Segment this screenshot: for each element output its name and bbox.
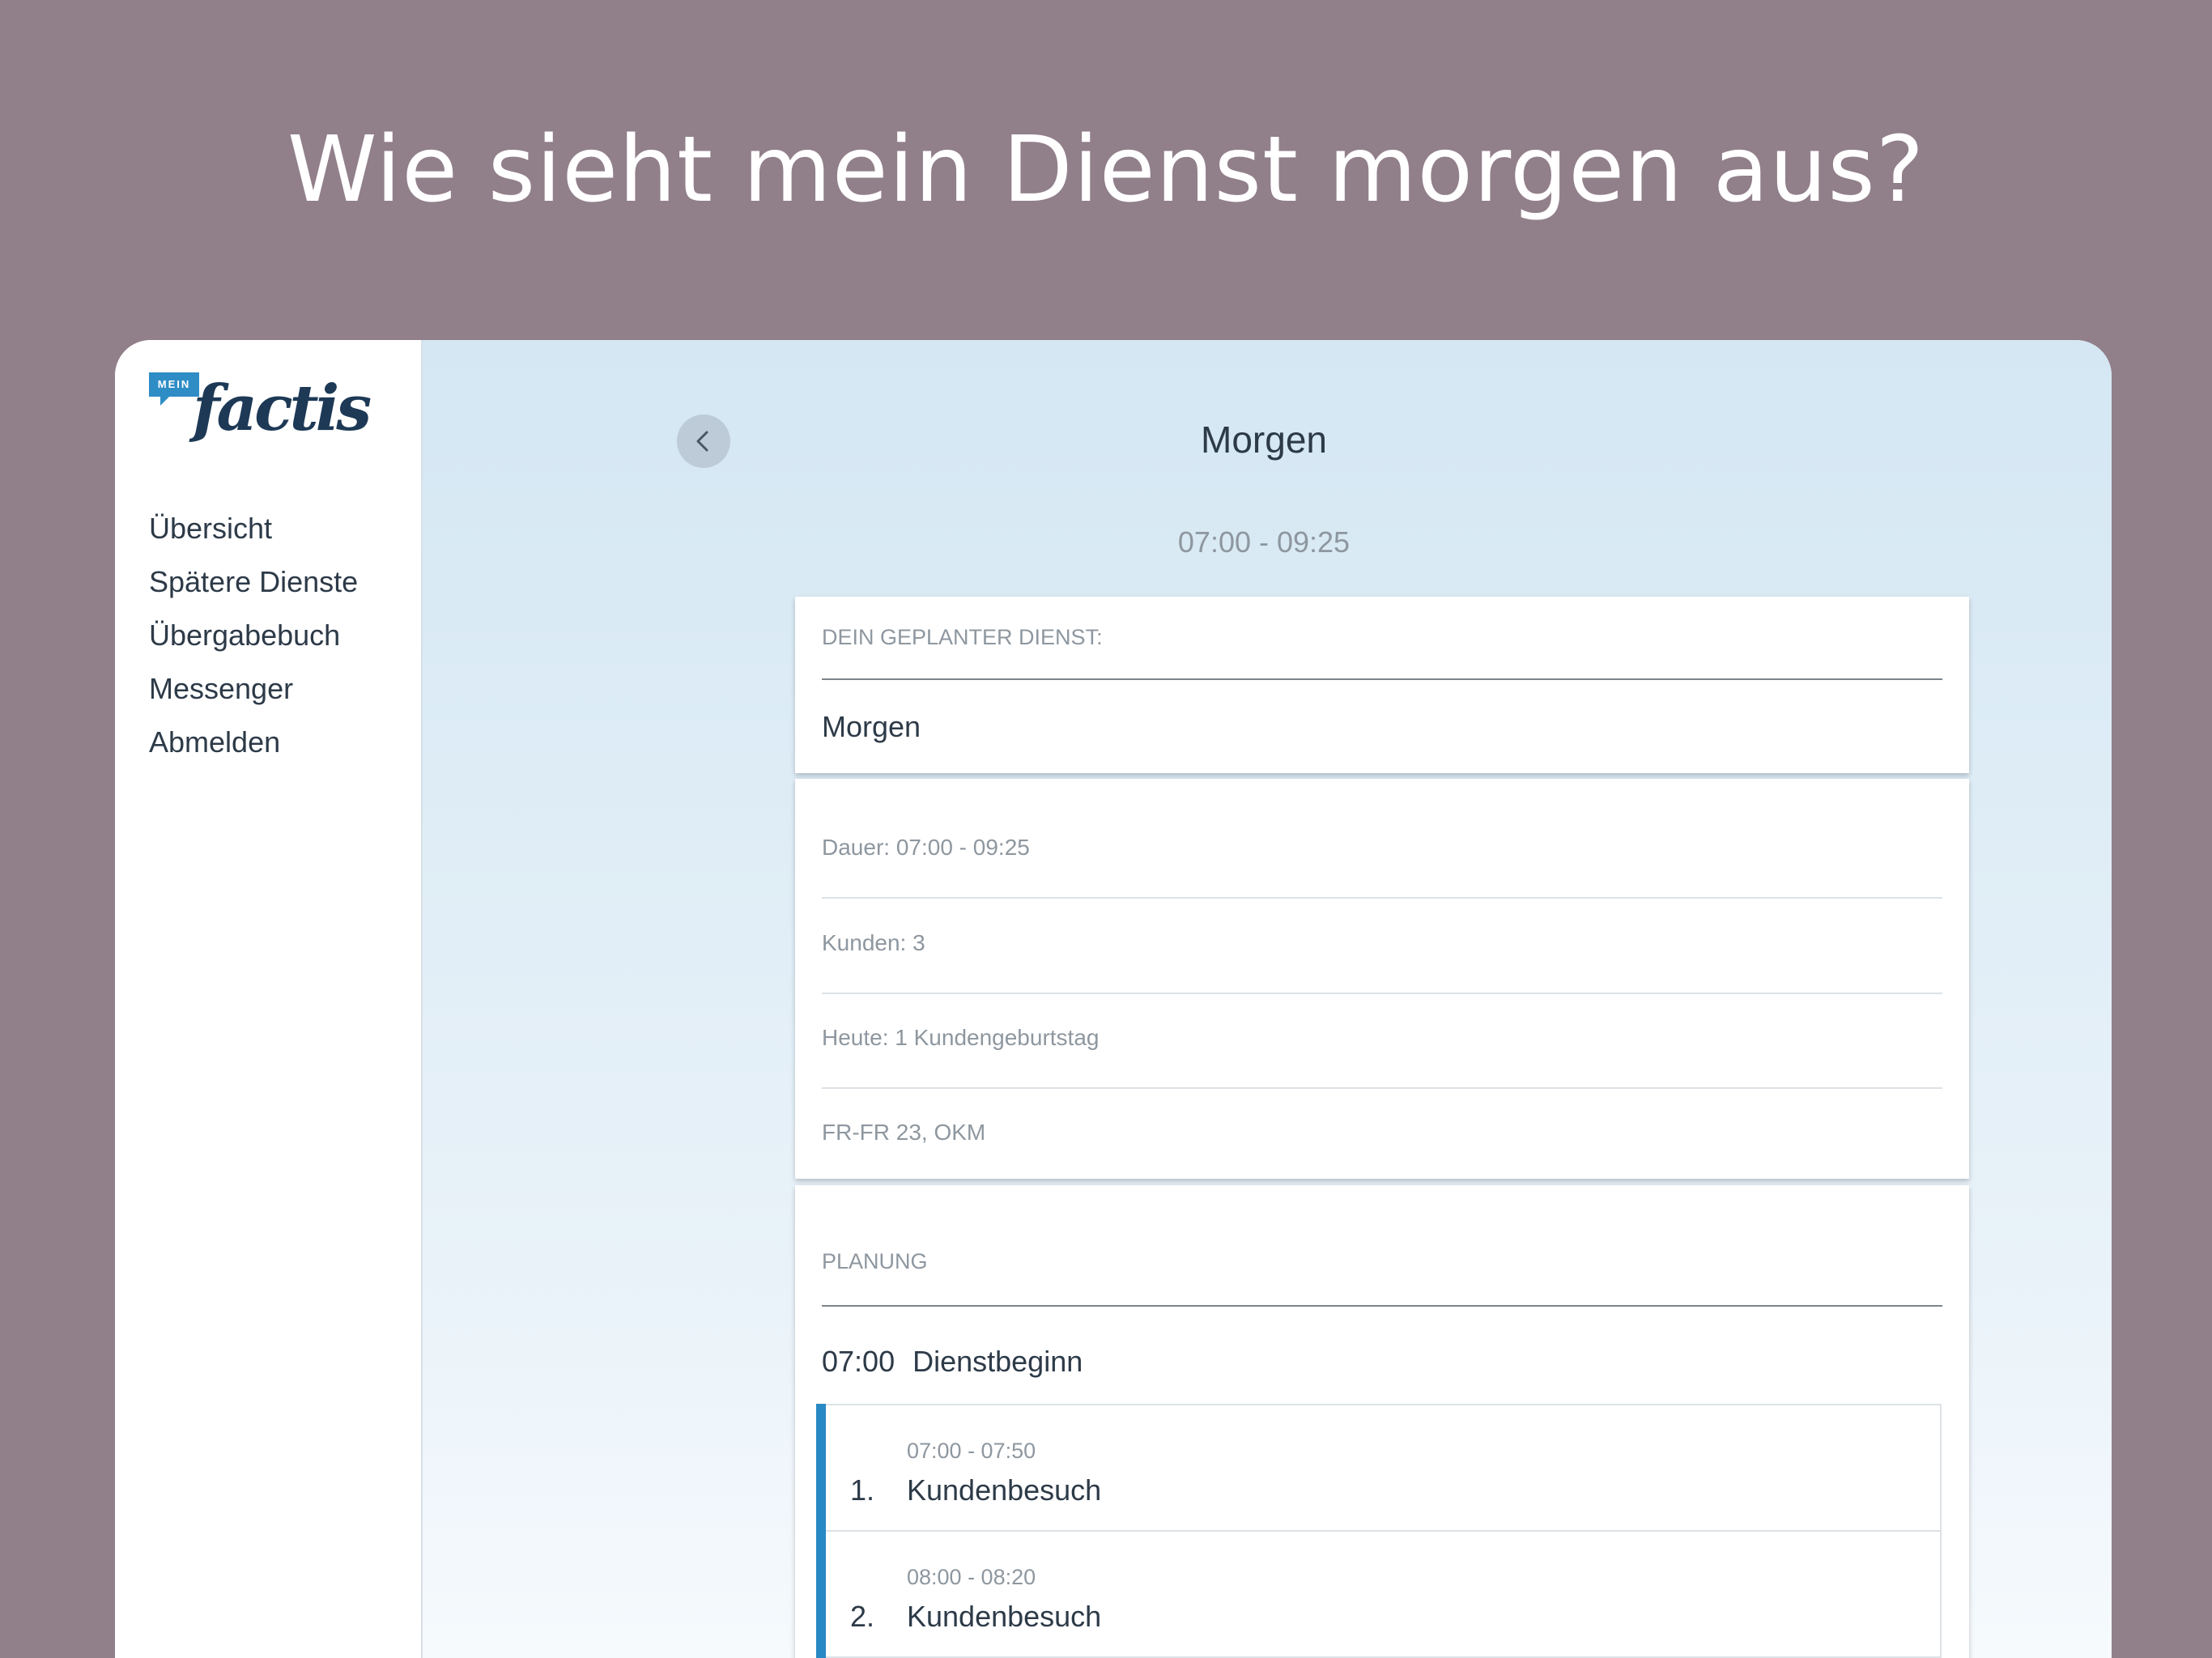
shift-start-label: Dienstbeginn	[912, 1345, 1083, 1378]
sidebar-item-uebergabebuch[interactable]: Übergabebuch	[149, 609, 358, 662]
shift-start-time: 07:00	[822, 1345, 895, 1378]
planning-label: PLANUNG	[822, 1249, 928, 1273]
visit-name: Kundenbesuch	[907, 1600, 1102, 1633]
visit-time: 07:00 - 07:50	[907, 1439, 1036, 1463]
visit-item[interactable]: 08:00 - 08:20 2. Kundenbesuch	[816, 1530, 1942, 1658]
planned-shift-card: DEIN GEPLANTER DIENST: Morgen	[795, 597, 1969, 773]
sidebar: MEIN factis Übersicht Spätere Dienste Üb…	[115, 340, 423, 1658]
page-title: Morgen	[1201, 419, 1327, 461]
divider	[822, 678, 1942, 680]
planned-shift-value: Morgen	[822, 710, 921, 743]
detail-tour: FR-FR 23, OKM	[822, 1120, 986, 1145]
detail-birthdays: Heute: 1 Kundengeburtstag	[822, 1025, 1100, 1050]
detail-customers: Kunden: 3	[822, 930, 925, 955]
logo-word: factis	[193, 372, 372, 445]
logo: MEIN factis	[149, 372, 372, 470]
sidebar-item-uebersicht[interactable]: Übersicht	[149, 502, 358, 555]
main-content: Morgen 07:00 - 09:25 DEIN GEPLANTER DIEN…	[423, 340, 2112, 1658]
visit-time: 08:00 - 08:20	[907, 1565, 1036, 1589]
shift-start-row: 07:00 Dienstbeginn	[822, 1341, 1942, 1382]
chevron-left-icon	[696, 431, 708, 452]
logo-badge-tail	[160, 396, 170, 406]
shift-details-card: Dauer: 07:00 - 09:25 Kunden: 3 Heute: 1 …	[795, 779, 1969, 1179]
logo-badge: MEIN	[149, 372, 199, 397]
visit-accent-bar	[816, 1530, 826, 1658]
visit-accent-bar	[816, 1404, 826, 1532]
headline: Wie sieht mein Dienst morgen aus?	[287, 117, 1925, 223]
planned-shift-label: DEIN GEPLANTER DIENST:	[822, 625, 1103, 649]
visit-item[interactable]: 07:00 - 07:50 1. Kundenbesuch	[816, 1404, 1942, 1532]
sidebar-item-spaetere-dienste[interactable]: Spätere Dienste	[149, 555, 358, 609]
sidebar-item-abmelden[interactable]: Abmelden	[149, 716, 358, 769]
sidebar-item-messenger[interactable]: Messenger	[149, 662, 358, 716]
shift-time-range: 07:00 - 09:25	[1177, 525, 1351, 559]
planning-card: PLANUNG 07:00 Dienstbeginn 07:00 - 07:50 …	[795, 1185, 1969, 1658]
sidebar-nav: Übersicht Spätere Dienste Übergabebuch M…	[149, 502, 358, 769]
visit-name: Kundenbesuch	[907, 1473, 1102, 1507]
divider	[822, 1305, 1942, 1307]
detail-duration: Dauer: 07:00 - 09:25	[822, 835, 1030, 860]
divider	[822, 1087, 1942, 1089]
visit-number: 1.	[850, 1473, 875, 1507]
visit-number: 2.	[850, 1600, 875, 1633]
divider	[822, 993, 1942, 994]
app-window: MEIN factis Übersicht Spätere Dienste Üb…	[115, 340, 2112, 1658]
divider	[822, 897, 1942, 899]
back-button[interactable]	[677, 414, 730, 468]
